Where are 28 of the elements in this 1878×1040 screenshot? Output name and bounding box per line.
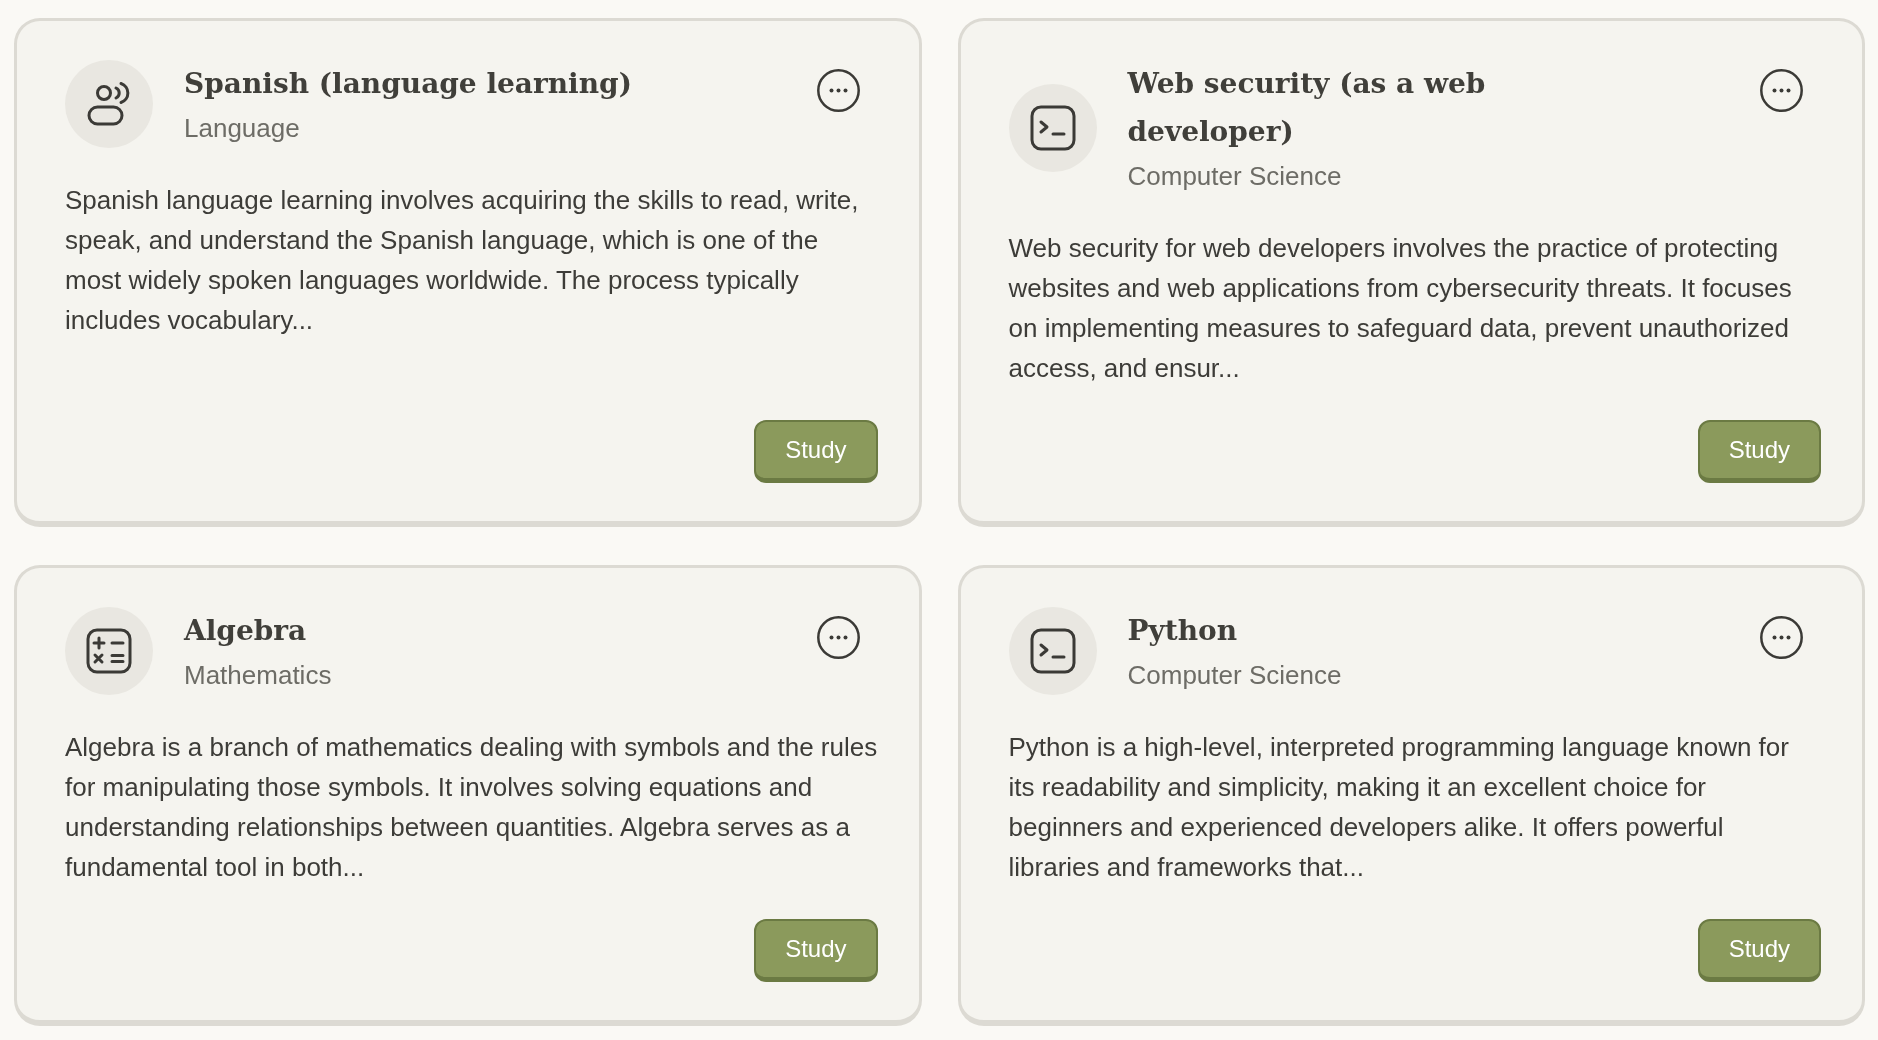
topic-category: Computer Science [1127, 659, 1343, 692]
topic-description: Web security for web developers involves the practice of protecting websites and web applications from cybersecurity threats. It focuses on implementing measures to safeguard data, prevent unauthorized access, and ensur... [1008, 232, 1793, 385]
terminal-icon [1008, 84, 1097, 172]
topic-description: Python is a high-level, interpreted programming language known for its readability and simplicity, making it an excellent choice for beginners and experienced developers alike. It offers powerful libraries and frameworks that... [1008, 731, 1790, 884]
more-icon [1760, 69, 1803, 112]
topic-category: Mathematics [184, 659, 333, 692]
study-button[interactable]: Study [1697, 919, 1821, 982]
study-button[interactable]: Study [754, 420, 878, 483]
topic-description: Spanish language learning involves acquiring the skills to read, write, speak, and understand the Spanish language, which is one of the most widely spoken languages worldwide. The process typically includes vocabulary... [65, 184, 860, 337]
terminal-icon [1008, 607, 1097, 695]
topic-category: Language [184, 112, 301, 145]
more-icon [1760, 616, 1803, 659]
topic-title: Spanish (language learning) [184, 66, 633, 102]
topic-title: Python [1127, 613, 1239, 649]
study-button[interactable]: Study [1697, 420, 1821, 483]
study-button[interactable]: Study [754, 919, 878, 982]
more-button[interactable] [816, 69, 860, 112]
topic-category: Computer Science [1127, 160, 1343, 193]
more-button[interactable] [1760, 69, 1803, 112]
topic-title: Algebra [184, 613, 308, 649]
topic-title: Web security (as a web developer) [1127, 66, 1487, 150]
more-button[interactable] [1760, 616, 1803, 659]
more-icon [816, 69, 860, 112]
speaking-person-icon [65, 60, 153, 148]
more-button[interactable] [816, 616, 860, 659]
calculator-icon [65, 607, 153, 695]
topic-description: Algebra is a branch of mathematics dealing with symbols and the rules for manipulating those symbols. It involves solving equations and understanding relationships between quantities. Algebra serves as a fundamental tool in both... [65, 731, 878, 884]
more-icon [816, 616, 860, 659]
